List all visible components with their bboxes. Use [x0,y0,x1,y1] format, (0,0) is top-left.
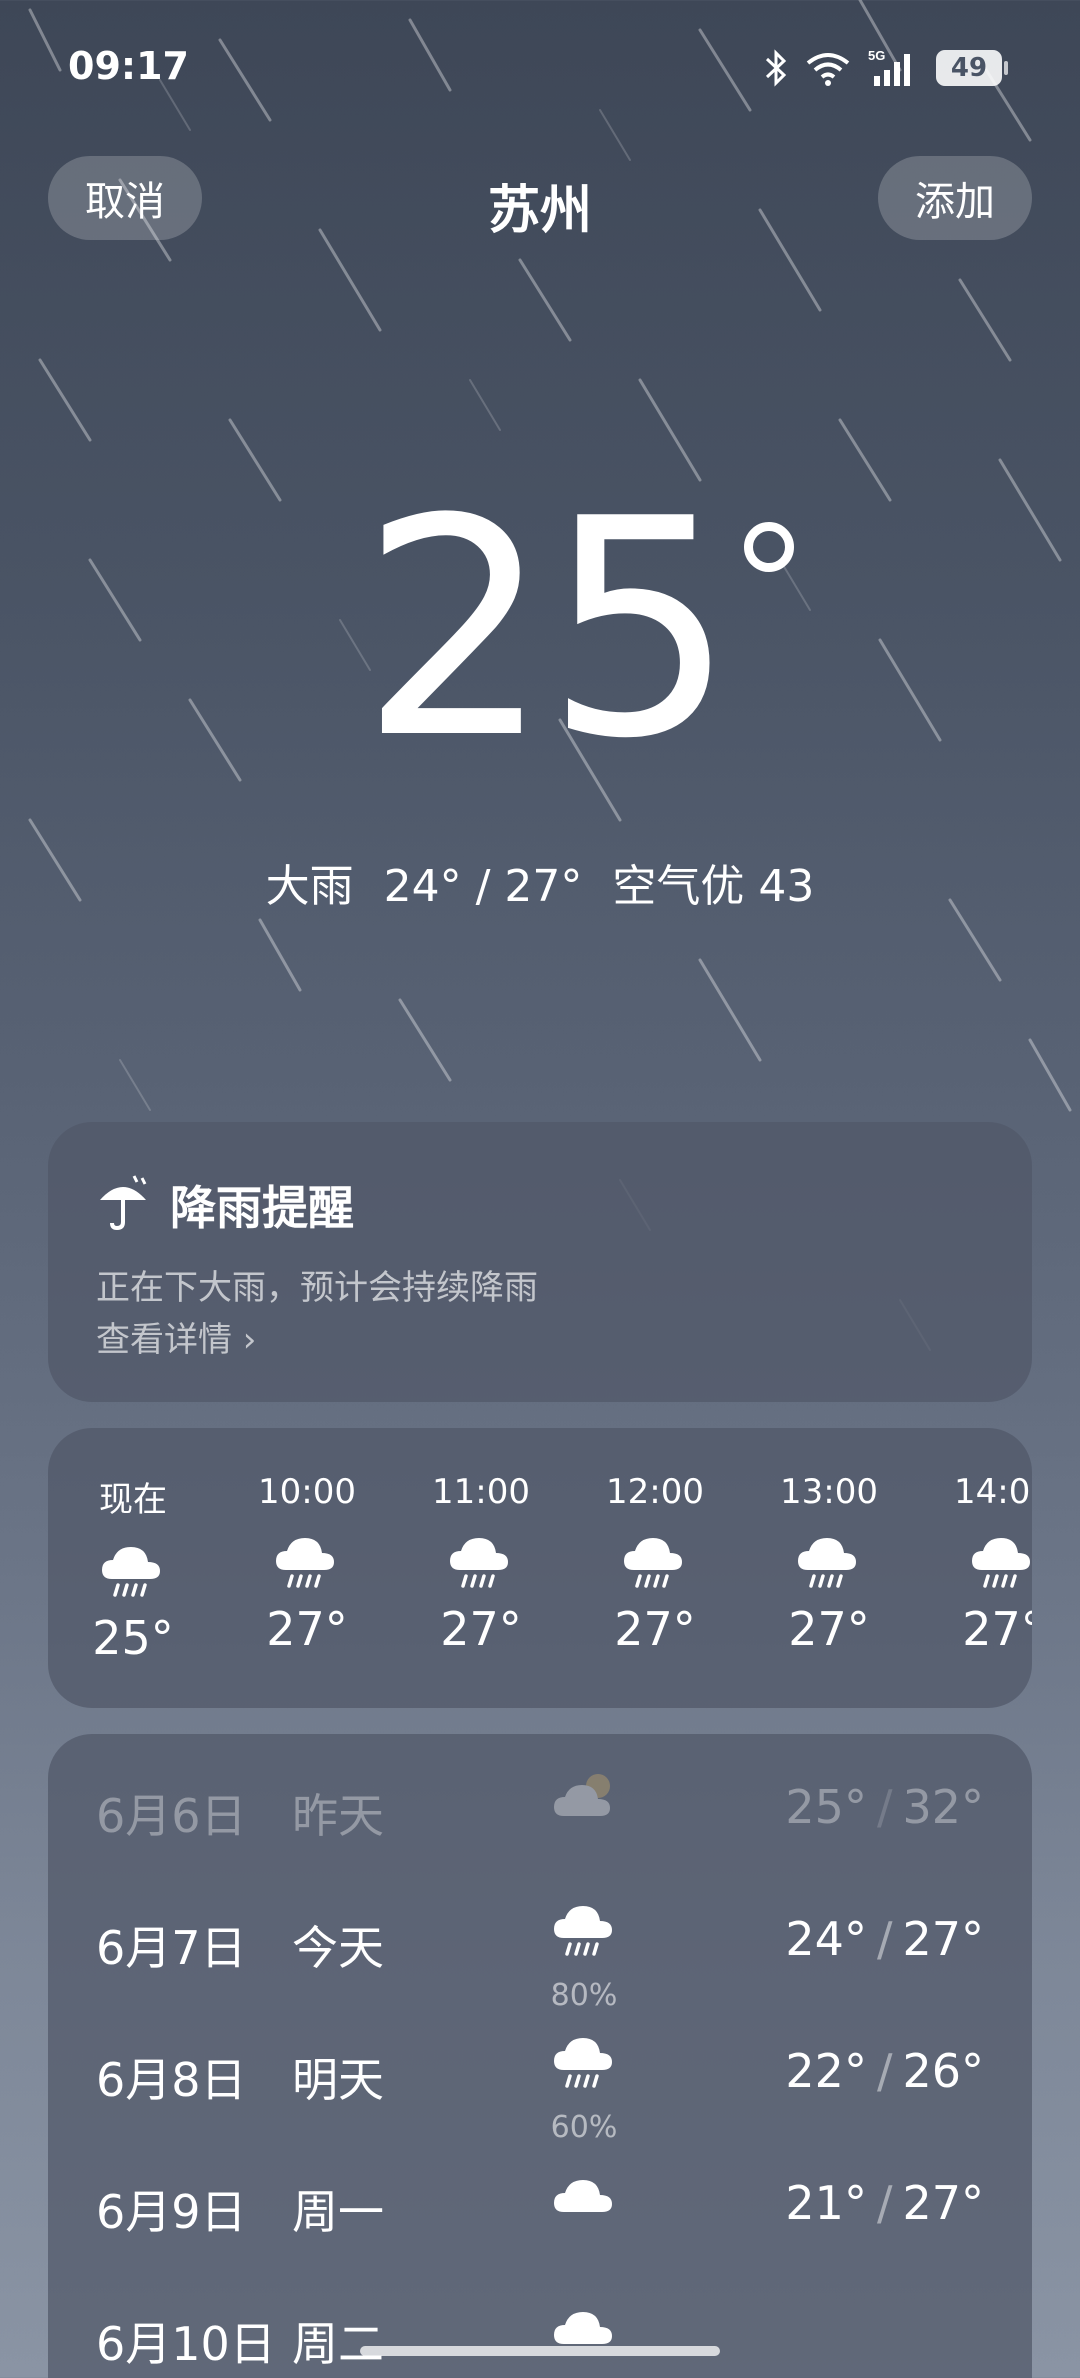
umbrella-icon [96,1174,150,1236]
cloud-icon [550,2162,620,2226]
daily-row-tuesday[interactable]: 6月10日 周二 [48,2308,1032,2378]
add-button[interactable]: 添加 [878,156,1032,240]
day-name: 周一 [292,2185,384,2239]
degree-symbol [744,522,794,572]
rain-cloud-icon [550,2030,620,2094]
condition-text: 大雨 [265,861,354,912]
day-date: 6月9日 [96,2185,247,2239]
day-low: 24° [785,1912,867,1966]
day-date: 6月6日 [96,1789,247,1843]
precipitation-probability: 80% [550,1978,618,2013]
day-temp-range: 25°/32° [785,1780,984,1834]
rain-cloud-icon [98,1539,168,1603]
day-low: 22° [785,2044,867,2098]
day-name: 周二 [292,2317,384,2371]
hour-time: 12:00 [606,1472,704,1512]
rain-cloud-icon [446,1530,516,1594]
status-time: 09:17 [68,44,189,88]
day-high: 27° [902,1912,984,1966]
hour-time: 13:00 [780,1472,878,1512]
day-temp-range: 22°/26° [785,2044,984,2098]
day-high: 32° [902,1780,984,1834]
daily-row-tomorrow[interactable]: 6月8日 明天 60% 22°/26° [48,2044,1032,2164]
rain-cloud-icon [550,1898,620,1962]
hour-temp: 25° [92,1611,174,1665]
temperature-range: 24° / 27° [383,861,583,912]
hourly-item[interactable]: 12:00 27° [570,1472,740,1656]
bluetooth-icon [764,49,788,87]
rain-alert-card[interactable]: 降雨提醒 正在下大雨，预计会持续降雨 查看详情 › [48,1122,1032,1402]
day-name: 昨天 [292,1789,384,1843]
daily-row-today[interactable]: 6月7日 今天 80% 24°/27° [48,1912,1032,2032]
hourly-item[interactable]: 13:00 27° [744,1472,914,1656]
hourly-item[interactable]: 现在 25° [48,1472,218,1665]
hour-temp: 27° [788,1602,870,1656]
weather-summary: 大雨 24° / 27° 空气优 43 [0,850,1080,914]
daily-row-yesterday[interactable]: 6月6日 昨天 25°/32° [48,1774,1032,1900]
network-type: 5G [868,48,885,63]
rain-cloud-icon [272,1530,342,1594]
battery-indicator: 49 [936,50,1008,86]
alert-description: 正在下大雨，预计会持续降雨 [96,1268,538,1308]
day-low: 25° [785,1780,867,1834]
view-details-link[interactable]: 查看详情 › [96,1312,256,1361]
hourly-item[interactable]: 11:00 27° [396,1472,566,1656]
hour-temp: 27° [962,1602,1032,1656]
day-high: 27° [902,2176,984,2230]
hourly-item[interactable]: 14:00 27° [918,1472,1032,1656]
hourly-item[interactable]: 10:00 27° [222,1472,392,1656]
alert-title: 降雨提醒 [170,1181,354,1235]
rain-cloud-icon [794,1530,864,1594]
day-temp-range: 24°/27° [785,1912,984,1966]
daily-forecast-card[interactable]: 6月6日 昨天 25°/32° 6月7日 今天 80% 24°/27° 6月8日… [48,1734,1032,2378]
hour-time: 现在 [99,1480,167,1520]
hour-time: 10:00 [258,1472,356,1512]
day-temp-range: 21°/27° [785,2176,984,2230]
hour-temp: 27° [614,1602,696,1656]
rain-cloud-icon [620,1530,690,1594]
day-name: 明天 [292,2053,384,2107]
wifi-icon [804,49,852,87]
day-high: 26° [902,2044,984,2098]
day-name: 今天 [292,1921,384,1975]
current-temperature: 25 [360,455,736,804]
cellular-signal-icon: 5G [868,48,920,88]
day-date: 6月10日 [96,2317,276,2371]
day-date: 6月7日 [96,1921,247,1975]
day-low: 21° [785,2176,867,2230]
precipitation-probability: 60% [550,2110,618,2145]
status-icons: 5G 49 [764,46,1008,90]
alert-title-row: 降雨提醒 [96,1172,354,1238]
air-quality[interactable]: 空气优 43 [612,861,814,912]
hour-temp: 27° [266,1602,348,1656]
day-date: 6月8日 [96,2053,247,2107]
partly-cloudy-icon [550,1766,620,1830]
hour-time: 11:00 [432,1472,530,1512]
hour-time: 14:00 [954,1472,1032,1512]
rain-cloud-icon [968,1530,1032,1594]
daily-row-monday[interactable]: 6月9日 周一 21°/27° [48,2176,1032,2296]
home-indicator[interactable] [360,2346,720,2356]
hourly-forecast-card[interactable]: 现在 25° 10:00 27° 11:00 27° 12:00 27° 13:… [48,1428,1032,1708]
hour-temp: 27° [440,1602,522,1656]
status-bar: 09:17 5G 49 [0,0,1080,140]
